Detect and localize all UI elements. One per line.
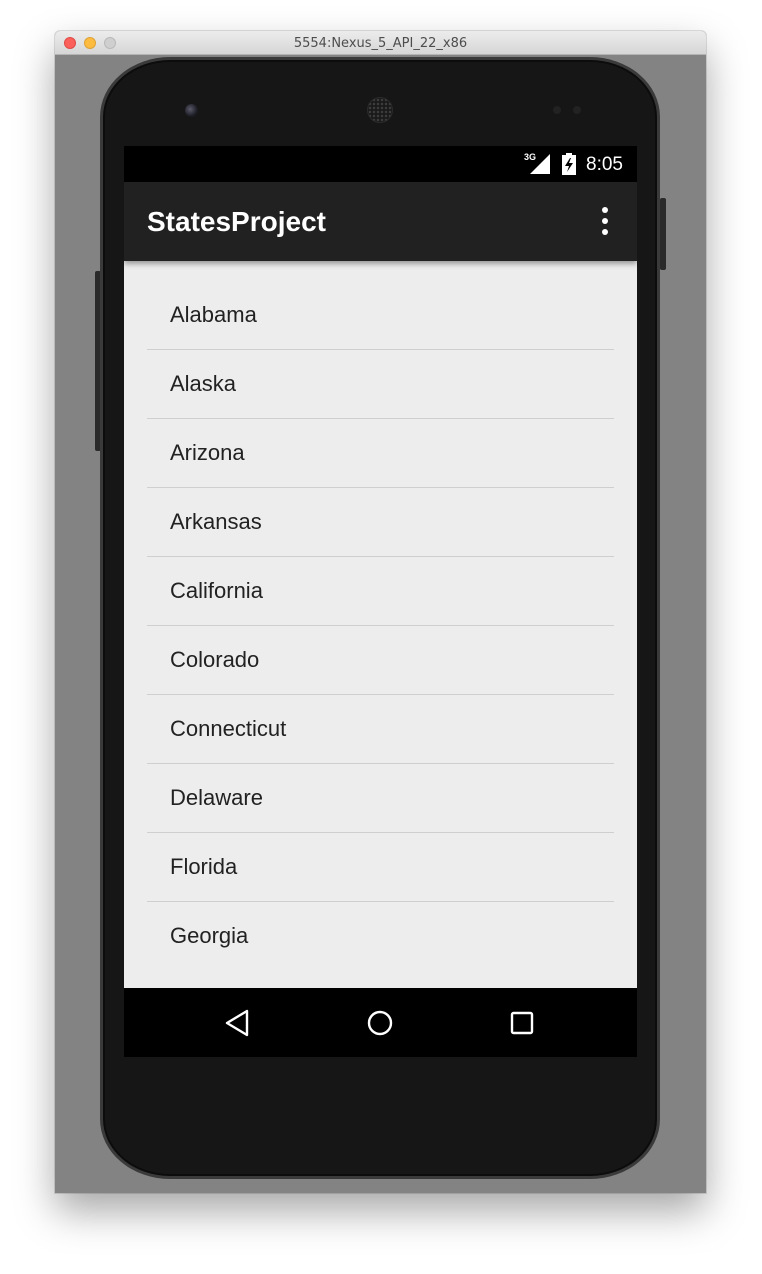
list-item-georgia[interactable]: Georgia bbox=[147, 902, 614, 971]
list-item-label: Arizona bbox=[170, 440, 245, 465]
list-item-label: Colorado bbox=[170, 647, 260, 672]
list-item-arizona[interactable]: Arizona bbox=[147, 419, 614, 488]
more-vert-icon[interactable] bbox=[592, 204, 618, 238]
list-item-label: Georgia bbox=[170, 923, 249, 948]
list-item-delaware[interactable]: Delaware bbox=[147, 764, 614, 833]
recent-apps-square-icon[interactable] bbox=[507, 1008, 537, 1038]
earpiece-speaker-icon bbox=[367, 97, 393, 123]
window-titlebar[interactable]: 5554:Nexus_5_API_22_x86 bbox=[55, 31, 706, 55]
states-list[interactable]: Alabama Alaska Arizona Arkansas Californ… bbox=[124, 281, 637, 971]
list-item-label: Florida bbox=[170, 854, 238, 879]
window-title: 5554:Nexus_5_API_22_x86 bbox=[293, 36, 468, 51]
battery-charging-icon bbox=[562, 153, 576, 175]
light-sensor-icon bbox=[573, 106, 581, 114]
list-item-colorado[interactable]: Colorado bbox=[147, 626, 614, 695]
emulator-window: 5554:Nexus_5_API_22_x86 3G 8:05 StatesPr… bbox=[55, 31, 706, 1193]
back-triangle-icon[interactable] bbox=[223, 1008, 253, 1038]
overflow-dot bbox=[602, 207, 608, 213]
clock: 8:05 bbox=[586, 154, 623, 175]
navigation-bar bbox=[124, 988, 637, 1057]
overflow-dot bbox=[602, 229, 608, 235]
app-title: StatesProject bbox=[147, 206, 326, 237]
power-button[interactable] bbox=[660, 198, 666, 270]
home-circle-icon[interactable] bbox=[365, 1008, 395, 1038]
action-bar: StatesProject bbox=[124, 182, 637, 261]
cell-signal-icon bbox=[530, 154, 550, 174]
list-item-arkansas[interactable]: Arkansas bbox=[147, 488, 614, 557]
list-item-connecticut[interactable]: Connecticut bbox=[147, 695, 614, 764]
list-item-label: Alabama bbox=[170, 302, 257, 327]
list-item-california[interactable]: California bbox=[147, 557, 614, 626]
list-item-label: California bbox=[170, 578, 263, 603]
list-item-label: Arkansas bbox=[170, 509, 262, 534]
list-item-label: Delaware bbox=[170, 785, 263, 810]
front-camera-icon bbox=[185, 104, 198, 117]
list-item-alabama[interactable]: Alabama bbox=[147, 281, 614, 350]
device-screen: 3G 8:05 StatesProject Alabama Alaska Ari… bbox=[124, 146, 637, 1057]
status-bar: 3G 8:05 bbox=[124, 146, 637, 182]
overflow-dot bbox=[602, 218, 608, 224]
list-item-label: Connecticut bbox=[170, 716, 287, 741]
list-item-label: Alaska bbox=[170, 371, 237, 396]
list-item-florida[interactable]: Florida bbox=[147, 833, 614, 902]
proximity-sensor-icon bbox=[553, 106, 561, 114]
list-item-alaska[interactable]: Alaska bbox=[147, 350, 614, 419]
